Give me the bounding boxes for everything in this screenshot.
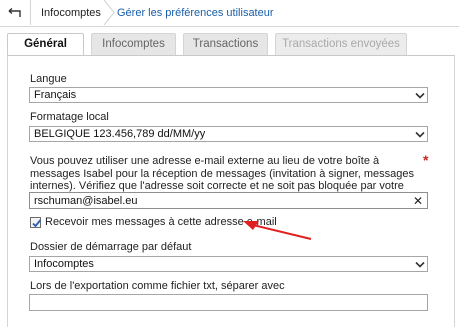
tab-transactions-envoyees: Transactions envoyées [275,33,407,55]
format-select[interactable]: BELGIQUE 123.456,789 dd/MM/yy [29,126,428,142]
breadcrumb-separator-icon [103,0,115,25]
required-marker: * [423,152,429,168]
back-arrow-icon [8,7,21,17]
start-folder-value: Infocomptes [34,258,94,270]
language-label: Langue [30,73,67,85]
tab-general[interactable]: Général [7,33,84,56]
format-label: Formatage local [30,111,109,123]
breadcrumb-item-preferences[interactable]: Gérer les préférences utilisateur [117,7,274,19]
export-separator-label: Lors de l'exportation comme fichier txt,… [30,280,285,292]
start-folder-select[interactable]: Infocomptes [29,256,428,272]
annotation-arrow-icon [243,221,312,240]
clear-icon[interactable]: ✕ [413,194,423,208]
chevron-down-icon[interactable] [413,88,427,102]
email-field[interactable]: rschuman@isabel.eu ✕ [29,192,428,209]
chevron-down-icon[interactable] [413,257,427,271]
chevron-down-icon[interactable] [413,127,427,141]
email-value: rschuman@isabel.eu [34,195,138,207]
breadcrumb-item-infocomptes[interactable]: Infocomptes [41,7,101,19]
receive-email-checkbox[interactable] [30,217,42,228]
format-value: BELGIQUE 123.456,789 dd/MM/yy [34,128,206,140]
start-folder-label: Dossier de démarrage par défaut [30,241,192,253]
language-select[interactable]: Français [29,87,428,103]
language-value: Français [34,89,77,101]
tab-bar: Général Infocomptes Transactions Transac… [7,33,453,56]
tab-transactions[interactable]: Transactions [183,33,268,55]
export-separator-field[interactable] [29,294,428,311]
check-icon [32,219,42,228]
breadcrumb: Infocomptes Gérer les préférences utilis… [0,0,459,27]
tab-infocomptes[interactable]: Infocomptes [91,33,176,55]
back-button[interactable] [0,0,31,25]
